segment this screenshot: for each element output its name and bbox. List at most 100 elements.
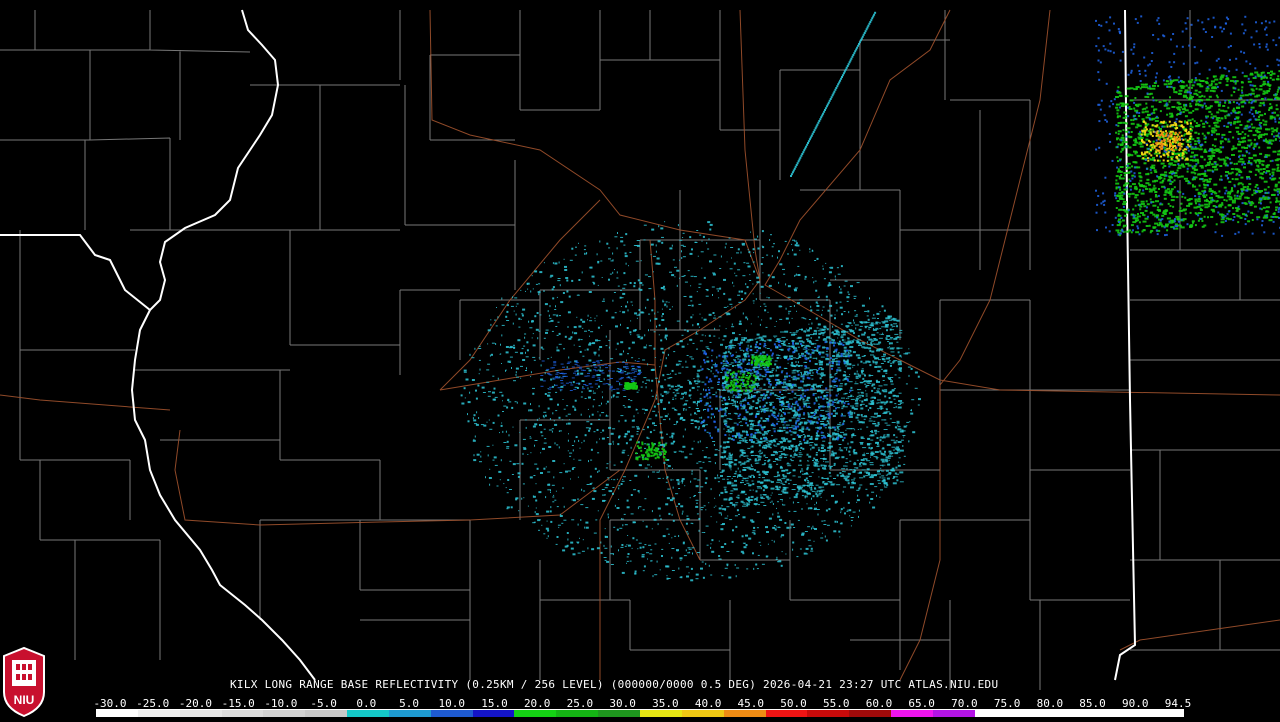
echo-pixel — [740, 367, 743, 369]
echo-pixel — [766, 442, 769, 443]
echo-pixel — [698, 529, 700, 532]
echo-pixel — [781, 343, 785, 344]
echo-pixel — [897, 351, 900, 354]
echo-pixel — [592, 281, 595, 283]
echo-pixel — [751, 422, 753, 424]
echo-pixel — [639, 465, 642, 467]
echo-pixel — [715, 505, 717, 507]
echo-pixel — [565, 415, 568, 417]
echo-pixel — [781, 500, 783, 502]
echo-pixel — [769, 349, 772, 352]
echo-pixel — [792, 239, 795, 241]
echo-pixel — [728, 456, 733, 459]
echo-pixel — [478, 359, 481, 361]
echo-pixel — [615, 361, 619, 363]
echo-pixel — [789, 355, 794, 358]
echo-pixel — [681, 345, 685, 348]
echo-pixel — [636, 360, 640, 362]
echo-pixel — [522, 447, 526, 449]
echo-pixel — [709, 405, 711, 408]
echo-pixel — [753, 475, 755, 478]
echo-pixel — [746, 380, 749, 383]
echo-pixel — [847, 322, 852, 324]
echo-pixel — [637, 490, 640, 492]
echo-pixel — [747, 372, 750, 375]
echo-pixel — [764, 373, 767, 376]
echo-pixel — [815, 317, 818, 320]
echo-pixel — [653, 518, 657, 521]
echo-pixel — [686, 575, 689, 578]
echo-pixel — [625, 262, 627, 265]
echo-pixel — [776, 481, 781, 483]
echo-pixel — [754, 432, 757, 434]
echo-pixel — [735, 389, 738, 392]
echo-pixel — [785, 431, 789, 434]
echo-pixel — [609, 385, 613, 387]
echo-pixel — [731, 396, 734, 398]
echo-pixel — [846, 378, 849, 381]
echo-pixel — [697, 374, 699, 377]
echo-pixel — [774, 336, 776, 338]
echo-pixel — [520, 289, 522, 291]
echo-pixel — [493, 387, 496, 390]
echo-pixel — [562, 292, 565, 294]
echo-pixel — [864, 471, 869, 473]
echo-pixel — [817, 323, 821, 326]
echo-pixel — [611, 396, 613, 399]
echo-pixel — [790, 523, 794, 526]
echo-pixel — [539, 519, 541, 521]
echo-pixel — [825, 262, 827, 264]
echo-pixel — [831, 435, 834, 437]
echo-pixel — [581, 388, 585, 390]
echo-pixel — [594, 467, 597, 470]
echo-pixel — [759, 292, 761, 294]
echo-pixel — [732, 428, 735, 431]
echo-pixel — [739, 347, 741, 350]
echo-pixel — [771, 369, 774, 371]
echo-pixel — [731, 478, 733, 479]
echo-pixel — [776, 556, 778, 559]
echo-pixel — [675, 398, 677, 400]
echo-pixel — [481, 386, 485, 389]
echo-pixel — [526, 367, 527, 370]
echo-pixel — [671, 369, 674, 372]
echo-pixel — [635, 385, 638, 388]
echo-pixel — [825, 391, 829, 393]
echo-pixel — [635, 409, 638, 411]
echo-pixel — [794, 244, 796, 246]
echo-pixel — [775, 345, 777, 348]
echo-pixel — [554, 262, 558, 265]
echo-pixel — [580, 339, 583, 341]
echo-pixel — [570, 384, 574, 386]
echo-pixel — [824, 461, 829, 463]
echo-pixel — [634, 360, 636, 362]
echo-pixel — [793, 357, 796, 359]
echo-pixel — [632, 372, 635, 374]
echo-pixel — [837, 430, 840, 432]
echo-pixel — [723, 450, 727, 453]
echo-pixel — [676, 423, 677, 425]
echo-pixel — [769, 466, 772, 469]
echo-pixel — [721, 369, 723, 371]
echo-pixel — [871, 317, 876, 319]
echo-pixel — [558, 446, 560, 449]
echo-pixel — [709, 434, 711, 437]
echo-pixel — [809, 420, 812, 423]
echo-pixel — [674, 535, 677, 537]
echo-pixel — [739, 402, 743, 404]
echo-pixel — [876, 312, 880, 315]
echo-pixel — [749, 280, 752, 281]
echo-pixel — [636, 441, 639, 444]
echo-pixel — [821, 390, 826, 392]
echo-pixel — [486, 421, 488, 423]
echo-pixel — [582, 320, 586, 323]
echo-pixel — [549, 386, 553, 388]
echo-pixel — [846, 349, 848, 352]
echo-pixel — [547, 489, 551, 491]
echo-pixel — [721, 384, 724, 387]
echo-pixel — [719, 268, 722, 269]
echo-pixel — [769, 393, 772, 396]
echo-pixel — [647, 558, 648, 560]
echo-pixel — [847, 367, 852, 370]
echo-pixel — [492, 375, 495, 377]
